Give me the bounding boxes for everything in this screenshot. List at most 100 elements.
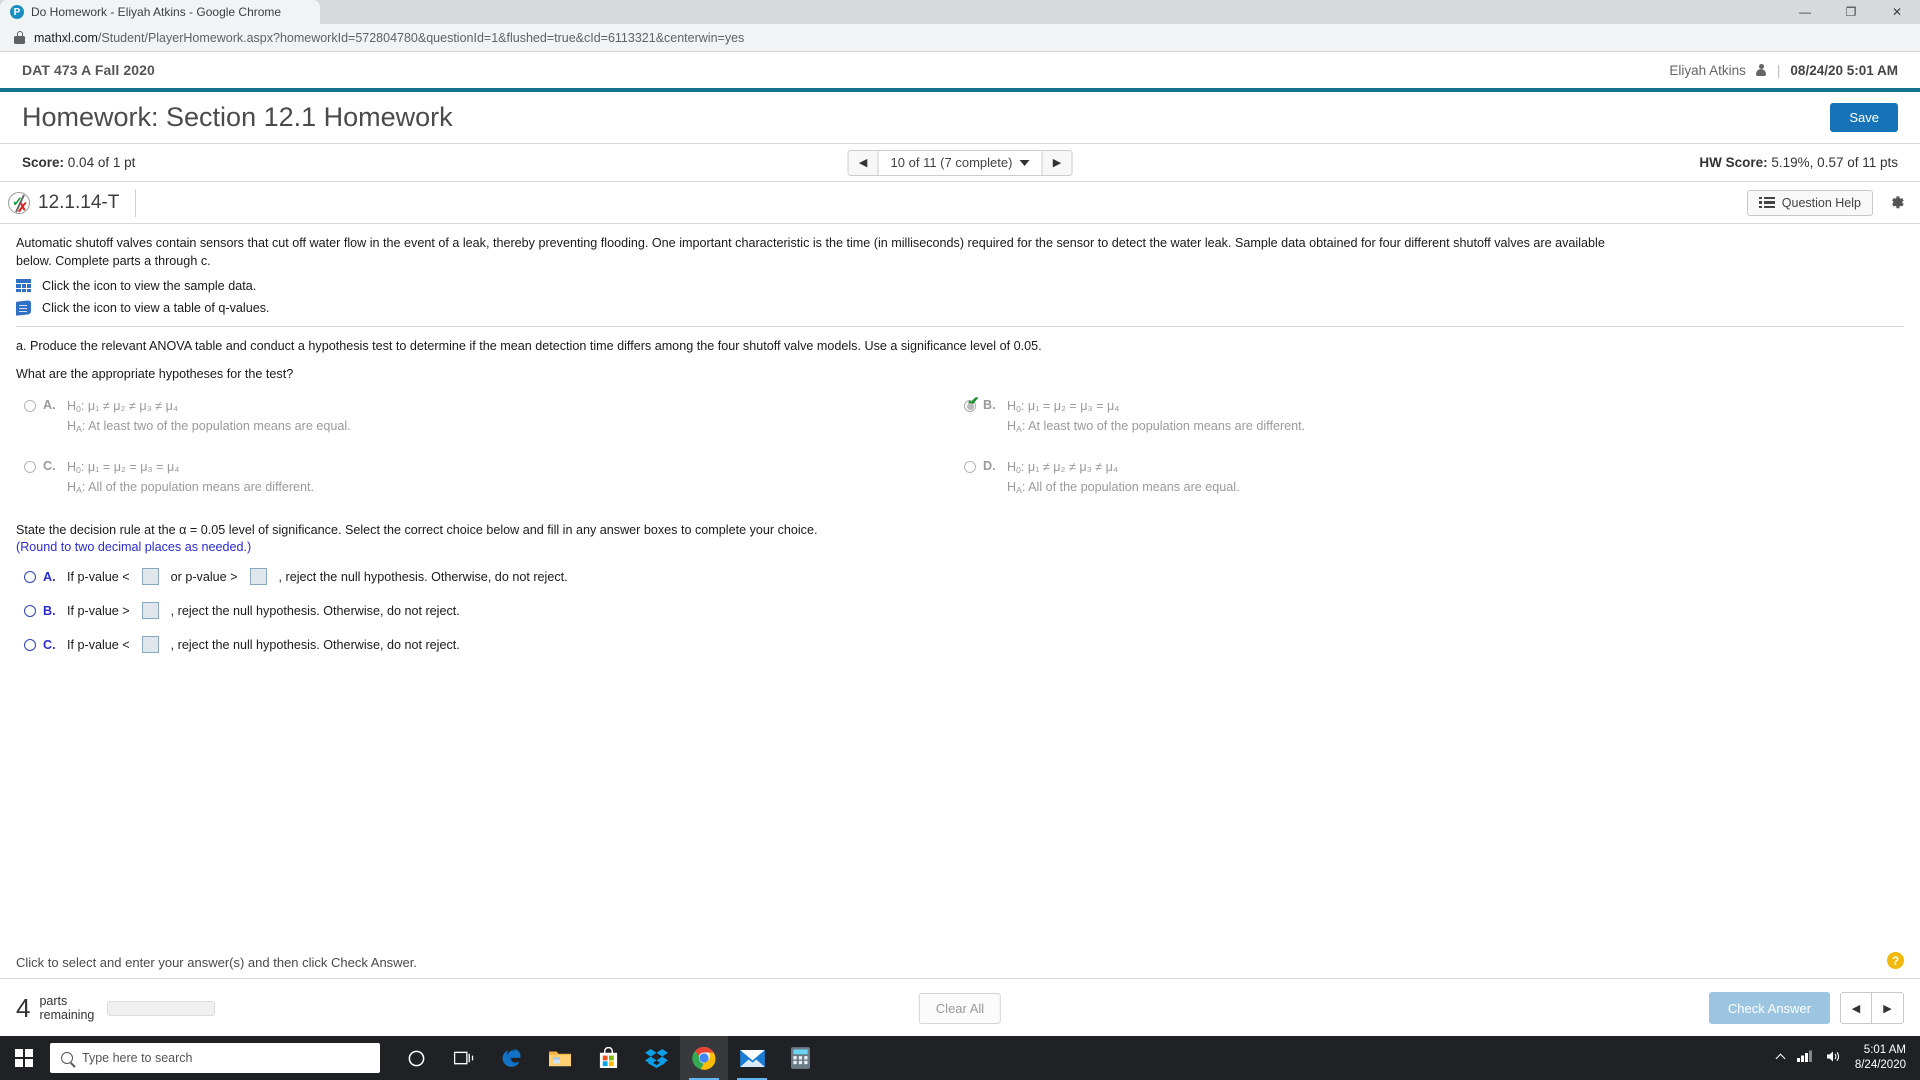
top-bar-right: Eliyah Atkins | 08/24/20 5:01 AM [1669,63,1898,78]
microsoft-store-icon[interactable] [584,1036,632,1080]
search-icon [61,1052,73,1064]
table-icon[interactable] [16,279,31,292]
taskbar-search-placeholder: Type here to search [82,1051,193,1065]
decision-c-seg2: , reject the null hypothesis. Otherwise,… [170,637,460,652]
list-icon [1759,196,1775,209]
check-answer-button[interactable]: Check Answer [1708,992,1830,1024]
score-display: Score: 0.04 of 1 pt [22,155,135,170]
hypothesis-choice-b[interactable]: ✔ B. H0: μ₁ = μ₂ = μ₃ = μ₄ HA: At least … [964,395,1904,436]
partially-correct-status-icon: ✓ ✗ [8,191,30,214]
qvalues-link[interactable]: Click the icon to view a table of q-valu… [42,301,270,315]
page-title: Homework: Section 12.1 Homework [22,102,453,132]
homework-title-row: Homework: Section 12.1 Homework Save [0,92,1920,144]
radio-decision-a[interactable] [24,570,36,583]
clock-date: 8/24/2020 [1854,1059,1906,1071]
decision-rule-choices: A. If p-value < or p-value > , reject th… [16,568,1904,654]
user-name[interactable]: Eliyah Atkins [1669,63,1746,78]
network-icon[interactable] [1796,1050,1813,1066]
radio-hypothesis-c[interactable] [24,461,36,474]
hypothesis-choice-grid: A. H0: μ₁ ≠ μ₂ ≠ μ₃ ≠ μ₄ HA: At least tw… [16,395,1904,497]
decision-a-seg1: If p-value < [67,569,130,584]
hypothesis-body-c: H0: μ₁ = μ₂ = μ₃ = μ₄ HA: All of the pop… [67,458,314,497]
decision-rule-choice-a[interactable]: A. If p-value < or p-value > , reject th… [24,568,1904,586]
footer-actions: Check Answer ◀ ▶ [1708,992,1904,1024]
edge-icon[interactable] [488,1036,536,1080]
minimize-icon[interactable]: — [1782,0,1828,24]
question-pager: ◀ 10 of 11 (7 complete) ▶ [847,149,1073,176]
footer-next-button[interactable]: ▶ [1872,993,1903,1023]
close-icon[interactable]: ✕ [1874,0,1920,24]
start-button[interactable] [0,1036,48,1080]
h0-prefix-c: H [67,460,77,475]
hypothesis-letter-c: C. [43,459,56,474]
hypothesis-choice-c[interactable]: C. H0: μ₁ = μ₂ = μ₃ = μ₄ HA: All of the … [24,458,964,497]
calculator-icon[interactable] [776,1036,824,1080]
answer-box-c1[interactable] [141,636,159,654]
next-question-button[interactable]: ▶ [1041,150,1072,175]
radio-decision-b[interactable] [24,604,36,617]
hypothesis-choice-d[interactable]: D. H0: μ₁ ≠ μ₂ ≠ μ₃ ≠ μ₄ HA: All of the … [964,458,1904,497]
h0-prefix-a: H [67,399,77,414]
radio-hypothesis-b[interactable]: ✔ [964,395,980,413]
parts-label-line1: parts [39,993,68,1008]
radio-hypothesis-d[interactable] [964,461,976,474]
browser-tab[interactable]: P Do Homework - Eliyah Atkins - Google C… [0,0,320,24]
book-icon[interactable] [16,299,31,316]
decision-rule-choice-c[interactable]: C. If p-value < , reject the null hypoth… [24,636,1904,654]
ha-body-c: : All of the population means are differ… [81,479,315,494]
previous-question-button[interactable]: ◀ [848,150,879,175]
browser-address-bar[interactable]: mathxl.com/Student/PlayerHomework.aspx?h… [0,24,1920,52]
file-explorer-icon[interactable] [536,1036,584,1080]
taskbar-clock[interactable]: 5:01 AM 8/24/2020 [1855,1043,1906,1073]
course-title: DAT 473 A Fall 2020 [22,62,155,78]
footer-previous-button[interactable]: ◀ [1841,993,1872,1023]
decision-rule-prompt: State the decision rule at the α = 0.05 … [16,523,818,538]
maximize-icon[interactable]: ❐ [1828,0,1874,24]
gear-icon[interactable] [1887,193,1906,212]
url-domain: mathxl.com [34,30,98,45]
clear-all-button[interactable]: Clear All [918,992,1002,1024]
sample-data-link-row: Click the icon to view the sample data. [16,279,1904,293]
correct-check-icon: ✔ [967,394,980,412]
topbar-separator: | [1776,62,1781,78]
question-help-button[interactable]: Question Help [1747,189,1873,216]
ha-prefix-d: H [1007,479,1017,494]
decision-rule-block: State the decision rule at the α = 0.05 … [16,523,1904,654]
windows-logo-icon [14,1048,34,1068]
decision-rule-choice-b[interactable]: B. If p-value > , reject the null hypoth… [24,602,1904,620]
show-hidden-icons-icon[interactable] [1775,1053,1786,1063]
question-pager-dropdown[interactable]: 10 of 11 (7 complete) [879,155,1042,170]
mail-icon[interactable] [728,1036,776,1080]
volume-icon[interactable] [1826,1050,1842,1066]
task-view-icon[interactable] [440,1036,488,1080]
parts-label-line2: remaining [39,1008,95,1022]
browser-tab-strip: P Do Homework - Eliyah Atkins - Google C… [0,0,1920,24]
h0-prefix-b: H [1007,399,1017,414]
h0-body-d: : μ₁ ≠ μ₂ ≠ μ₃ ≠ μ₄ [1020,460,1119,475]
answer-box-b1[interactable] [141,602,159,620]
sample-data-link[interactable]: Click the icon to view the sample data. [42,279,256,293]
part-a-prompt: a. Produce the relevant ANOVA table and … [16,338,1042,353]
hypothesis-body-b: H0: μ₁ = μ₂ = μ₃ = μ₄ HA: At least two o… [1007,397,1305,436]
answer-instruction: Click to select and enter your answer(s)… [16,955,418,970]
taskbar-search-input[interactable]: Type here to search [50,1043,380,1073]
parts-remaining-label: parts remaining [39,994,94,1023]
decision-letter-c: C. [43,637,56,652]
footer-bar: 4 parts remaining Clear All Check Answer… [0,979,1920,1037]
question-toolbar: Question Help [1747,189,1906,216]
answer-box-a1[interactable] [141,568,159,586]
save-button[interactable]: Save [1830,103,1898,132]
answer-box-a2[interactable] [249,568,267,586]
hw-score-value: 5.19%, 0.57 of 11 pts [1771,155,1898,170]
cortana-icon[interactable] [392,1036,440,1080]
chrome-icon[interactable] [680,1036,728,1080]
help-icon[interactable]: ? [1887,952,1904,969]
dropbox-icon[interactable] [632,1036,680,1080]
windows-taskbar: Type here to search 5:01 AM 8/24/2020 [0,1036,1920,1080]
taskbar-icons [392,1036,824,1080]
radio-decision-c[interactable] [24,638,36,651]
ha-prefix-a: H [67,418,77,433]
hypothesis-choice-a[interactable]: A. H0: μ₁ ≠ μ₂ ≠ μ₃ ≠ μ₄ HA: At least tw… [24,397,964,436]
radio-hypothesis-a[interactable] [24,400,36,413]
ha-prefix-b: H [1007,418,1017,433]
